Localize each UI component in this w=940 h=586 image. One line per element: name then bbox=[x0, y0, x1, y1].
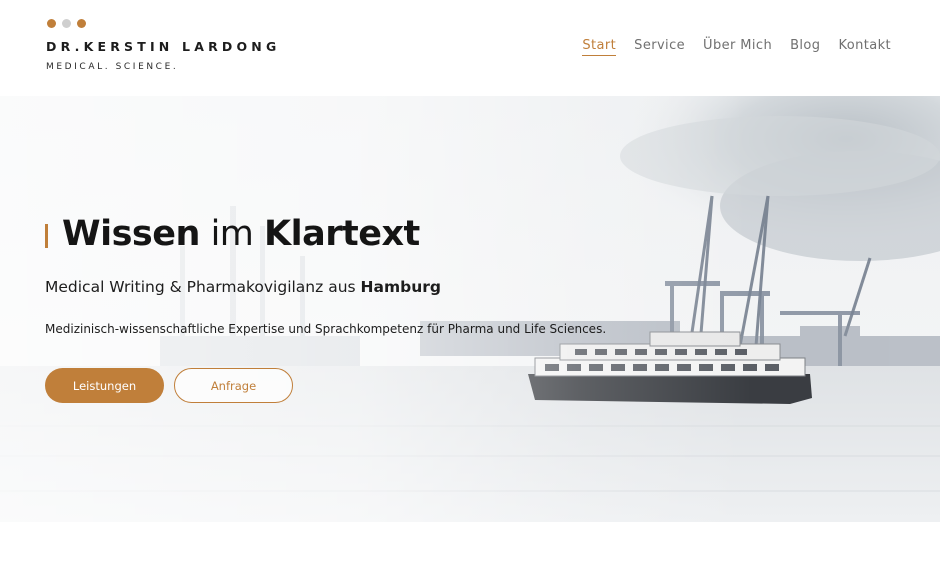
hero-overlay bbox=[0, 96, 940, 522]
main-nav: Start Service Über Mich Blog Kontakt bbox=[582, 38, 891, 56]
hero-title: Wissen im Klartext bbox=[45, 214, 665, 258]
nav-item-service[interactable]: Service bbox=[634, 38, 685, 56]
title-accent-bar bbox=[45, 224, 48, 248]
hero-description: Medizinisch-wissenschaftliche Expertise … bbox=[45, 322, 607, 336]
hero-heading: Wissen im Klartext bbox=[62, 214, 420, 254]
hero-subtitle: Medical Writing & Pharmakovigilanz aus H… bbox=[45, 278, 441, 296]
logo[interactable]: DR.KERSTIN LARDONG MEDICAL. SCIENCE. bbox=[46, 19, 346, 79]
logo-dot-orange bbox=[77, 19, 86, 28]
leistungen-button[interactable]: Leistungen bbox=[45, 368, 164, 403]
logo-dot-orange bbox=[47, 19, 56, 28]
site-header: DR.KERSTIN LARDONG MEDICAL. SCIENCE. Sta… bbox=[0, 0, 940, 96]
hero-subtitle-text: Medical Writing & Pharmakovigilanz aus bbox=[45, 278, 361, 296]
nav-item-blog[interactable]: Blog bbox=[790, 38, 820, 56]
logo-tagline: MEDICAL. SCIENCE. bbox=[46, 62, 179, 72]
hero-section: Wissen im Klartext Medical Writing & Pha… bbox=[0, 96, 940, 522]
logo-dots bbox=[46, 19, 90, 29]
nav-item-ueber-mich[interactable]: Über Mich bbox=[703, 38, 772, 56]
hero-subtitle-city: Hamburg bbox=[360, 278, 441, 296]
hero-content: Wissen im Klartext Medical Writing & Pha… bbox=[45, 214, 665, 403]
hero-title-part1: Wissen bbox=[62, 214, 200, 254]
logo-dot-gray bbox=[62, 19, 71, 28]
anfrage-button[interactable]: Anfrage bbox=[174, 368, 293, 403]
nav-item-start[interactable]: Start bbox=[582, 38, 617, 56]
hero-title-part3: Klartext bbox=[264, 214, 420, 254]
logo-name: DR.KERSTIN LARDONG bbox=[46, 39, 281, 54]
hero-title-part2: im bbox=[199, 214, 265, 254]
nav-item-kontakt[interactable]: Kontakt bbox=[838, 38, 891, 56]
